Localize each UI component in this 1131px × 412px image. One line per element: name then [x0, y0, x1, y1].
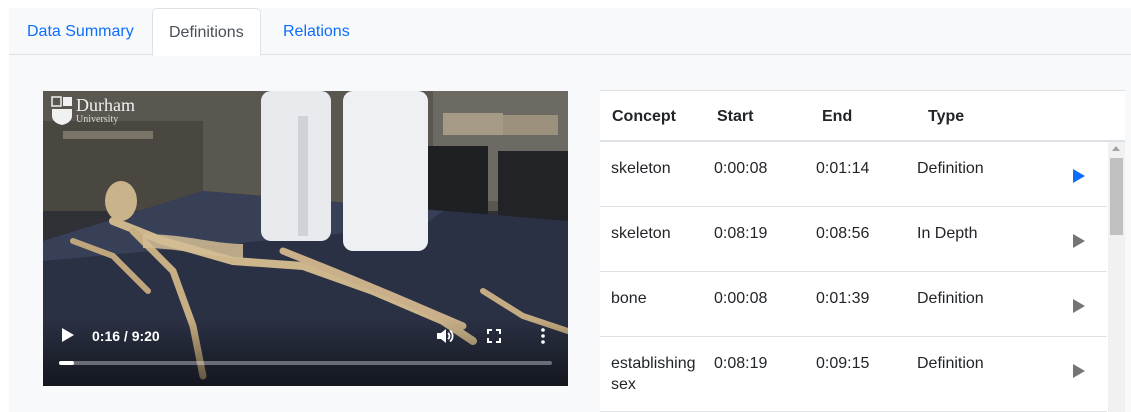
play-segment-icon[interactable]	[1072, 169, 1086, 183]
header-type: Type	[928, 108, 965, 125]
header-end: End	[822, 108, 853, 125]
table-header: Concept Start End Type	[600, 90, 1125, 142]
tab-relations[interactable]: Relations	[267, 8, 366, 55]
tab-definitions[interactable]: Definitions	[152, 8, 261, 56]
cell-concept: establishing sex	[611, 355, 696, 393]
cell-start: 0:08:19	[714, 355, 768, 372]
play-icon[interactable]	[61, 327, 75, 343]
fullscreen-icon[interactable]	[485, 327, 503, 345]
cell-type: Definition	[917, 160, 984, 177]
cell-concept: bone	[611, 290, 647, 307]
header-start: Start	[717, 108, 754, 125]
video-progress-fill	[59, 361, 74, 365]
scroll-up-arrow-icon[interactable]	[1112, 146, 1120, 151]
table-row[interactable]: skeleton 0:08:19 0:08:56 In Depth	[600, 207, 1107, 272]
more-options-icon[interactable]	[534, 327, 552, 345]
cell-end: 0:08:56	[816, 225, 870, 242]
cell-type: Definition	[917, 355, 984, 372]
play-segment-icon[interactable]	[1072, 364, 1086, 378]
video-time-display: 0:16 / 9:20	[92, 328, 160, 344]
header-concept: Concept	[612, 108, 676, 125]
logo-subtitle: University	[76, 114, 119, 125]
tab-bar: Data Summary Definitions Relations	[9, 8, 1131, 56]
definitions-table: Concept Start End Type skeleton 0:00:08 …	[600, 90, 1125, 412]
cell-concept: skeleton	[611, 225, 671, 242]
scrollbar-thumb[interactable]	[1110, 158, 1123, 235]
video-player[interactable]: Durham University 0:16 / 9:20	[43, 91, 568, 386]
video-progress-bar[interactable]	[59, 361, 552, 365]
volume-icon[interactable]	[436, 327, 454, 345]
cell-type: In Depth	[917, 225, 978, 242]
table-row[interactable]: establishing sex 0:08:19 0:09:15 Definit…	[600, 337, 1107, 412]
university-crest-icon	[51, 96, 72, 125]
table-row[interactable]: skeleton 0:00:08 0:01:14 Definition	[600, 142, 1107, 207]
cell-start: 0:08:19	[714, 225, 768, 242]
cell-start: 0:00:08	[714, 160, 768, 177]
play-segment-icon[interactable]	[1072, 299, 1086, 313]
cell-end: 0:01:39	[816, 290, 870, 307]
cell-start: 0:00:08	[714, 290, 768, 307]
cell-type: Definition	[917, 290, 984, 307]
durham-logo: Durham University	[51, 96, 135, 126]
table-row[interactable]: bone 0:00:08 0:01:39 Definition	[600, 272, 1107, 337]
logo-name: Durham	[76, 95, 135, 115]
cell-end: 0:09:15	[816, 355, 870, 372]
tab-data-summary[interactable]: Data Summary	[11, 8, 150, 55]
cell-concept: skeleton	[611, 160, 671, 177]
cell-end: 0:01:14	[816, 160, 870, 177]
table-scrollbar[interactable]	[1108, 142, 1125, 412]
play-segment-icon[interactable]	[1072, 234, 1086, 248]
